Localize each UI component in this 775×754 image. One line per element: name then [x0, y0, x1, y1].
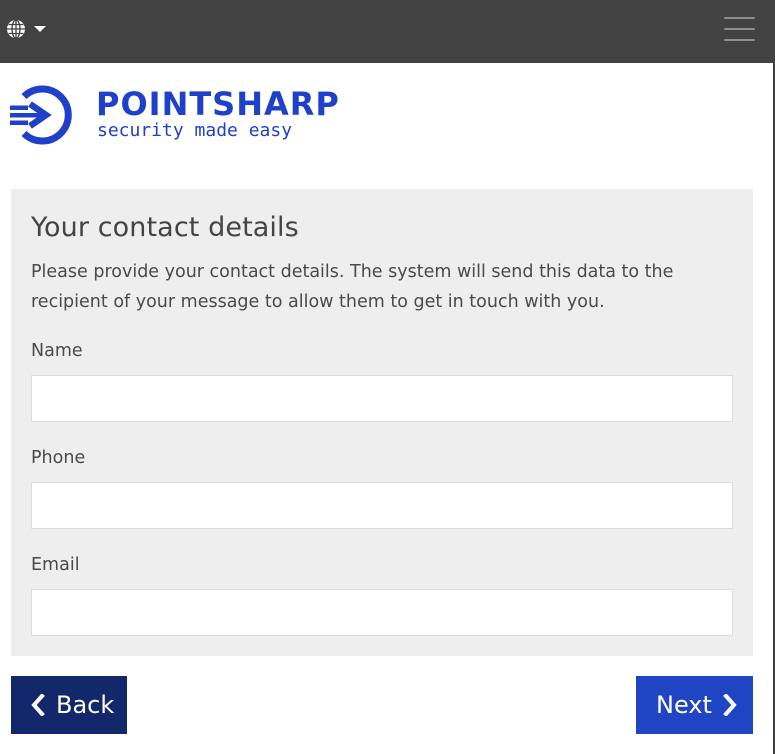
pointsharp-logo: POINTSHARP security made easy	[10, 82, 340, 150]
language-selector[interactable]	[6, 18, 46, 40]
pointsharp-logo-icon	[10, 85, 72, 145]
page-title: Your contact details	[31, 212, 299, 243]
menu-bar	[724, 17, 755, 19]
phone-field[interactable]	[31, 482, 733, 529]
name-field[interactable]	[31, 375, 733, 422]
chevron-right-icon	[723, 694, 737, 716]
caret-down-icon	[34, 26, 46, 32]
back-button-label: Back	[56, 691, 115, 719]
back-button[interactable]: Back	[11, 676, 127, 734]
chevron-left-icon	[31, 694, 45, 716]
email-field[interactable]	[31, 589, 733, 636]
contact-details-panel: Your contact details Please provide your…	[11, 189, 753, 656]
logo-tagline: security made easy	[97, 120, 293, 141]
next-button-label: Next	[656, 691, 712, 719]
top-navbar	[0, 0, 775, 63]
phone-label: Phone	[31, 448, 86, 468]
menu-bar	[724, 39, 755, 41]
globe-icon	[7, 19, 25, 39]
email-label: Email	[31, 555, 80, 575]
menu-bar	[724, 28, 755, 30]
hamburger-menu-icon[interactable]	[724, 17, 755, 41]
logo-text: POINTSHARP security made easy	[96, 87, 340, 141]
name-label: Name	[31, 341, 83, 361]
page-description: Please provide your contact details. The…	[31, 262, 674, 312]
logo-name: POINTSHARP	[96, 85, 340, 123]
next-button[interactable]: Next	[636, 676, 753, 734]
